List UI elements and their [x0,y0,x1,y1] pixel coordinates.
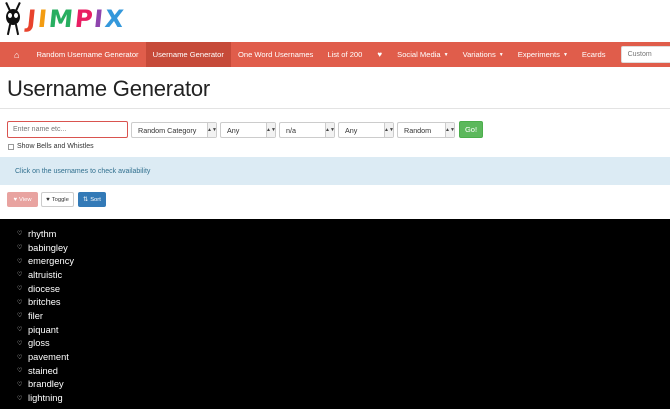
list-item[interactable]: ♡ brandley [17,378,670,392]
nav-experiments-label: Experiments [517,50,560,59]
heart-outline-icon[interactable]: ♡ [17,354,23,361]
nav-social-media-label: Social Media [397,50,441,59]
heart-outline-icon[interactable]: ♡ [17,285,23,292]
sort-icon: ⇅ [83,197,89,203]
select-arrow-icon: ▲▼ [266,123,276,137]
filter-select-1[interactable]: Any ▲▼ [220,122,276,138]
username-text: brandley [28,379,64,390]
username-results-list: ♡ rhythm ♡ babingley ♡ emergency ♡ altruistic ♡ d… [0,219,670,409]
heart-outline-icon[interactable]: ♡ [17,326,23,333]
toggle-button[interactable]: ♥ Toggle [41,192,74,207]
heart-outline-icon[interactable]: ♡ [17,299,23,306]
toggle-button-label: Toggle [51,196,69,203]
title-divider [0,108,670,109]
username-text: filer [28,310,43,321]
go-button[interactable]: Go! [459,121,483,138]
list-item[interactable]: ♡ lightning [17,391,670,405]
list-item[interactable]: ♡ stained [17,364,670,378]
list-item[interactable]: ♡ diocese [17,282,670,296]
select-arrow-icon: ▲▼ [445,123,455,137]
site-logo[interactable]: JIMPIX [2,0,125,38]
heart-outline-icon[interactable]: ♡ [17,271,23,278]
filter-select-3[interactable]: Any ▲▼ [338,122,394,138]
list-item[interactable]: ♡ gloss [17,337,670,351]
username-text: diocese [28,283,61,294]
category-select[interactable]: Random Category ▲▼ [131,122,217,138]
bells-whistles-checkbox[interactable] [8,143,14,150]
home-icon[interactable]: ⌂ [0,42,29,67]
sort-button-label: Sort [90,196,101,203]
list-item[interactable]: ♡ rhythm [17,227,670,241]
username-text: gloss [28,338,50,349]
nav-list-of-200[interactable]: List of 200 [320,42,369,67]
mascot-icon [2,1,24,37]
filter-select-2-value: n/a [286,125,296,135]
heart-outline-icon[interactable]: ♡ [17,340,23,347]
username-text: britches [28,297,61,308]
view-button[interactable]: ♥ View [7,192,38,207]
list-item[interactable]: ♡ babingley [17,241,670,255]
username-text: pavement [28,352,69,363]
view-button-label: View [19,196,32,203]
page-title: Username Generator [7,76,211,101]
username-text: rhythm [28,228,57,239]
heart-outline-icon[interactable]: ♡ [17,381,23,388]
username-text: piquant [28,324,59,335]
filter-select-3-value: Any [345,125,358,135]
username-text: stained [28,365,58,376]
list-item[interactable]: ♡ emergency [17,254,670,268]
heart-outline-icon[interactable]: ♡ [17,395,23,402]
select-arrow-icon: ▲▼ [207,123,217,137]
filter-select-2[interactable]: n/a ▲▼ [279,122,335,138]
filter-select-4-value: Random [404,125,432,135]
filter-select-4[interactable]: Random ▲▼ [397,122,455,138]
heart-icon: ♥ [13,196,18,203]
main-navbar: ⌂ Random Username Generator Username Gen… [0,42,670,67]
nav-ecards[interactable]: Ecards [575,42,613,67]
logo-wordmark: JIMPIX [26,5,126,33]
heart-outline-icon[interactable]: ♡ [17,244,23,251]
heart-outline-icon[interactable]: ♡ [17,312,23,319]
custom-search-input[interactable] [620,46,670,63]
select-arrow-icon: ▲▼ [325,123,335,137]
bells-whistles-label: Show Bells and Whistles [17,143,94,150]
list-item[interactable]: ♡ pavement [17,350,670,364]
info-alert-text: Click on the usernames to check availabi… [15,167,151,175]
list-item[interactable]: ♡ piquant [17,323,670,337]
username-text: altruistic [28,269,63,280]
heart-outline-icon[interactable]: ♡ [17,230,23,237]
caret-down-icon: ▼ [562,51,568,58]
username-text: babingley [28,242,68,253]
nav-random-username-generator[interactable]: Random Username Generator [29,42,145,67]
info-alert: Click on the usernames to check availabi… [0,157,670,185]
heart-outline-icon[interactable]: ♡ [17,367,23,374]
sort-button[interactable]: ⇅ Sort [78,192,106,207]
list-item[interactable]: ♡ filer [17,309,670,323]
logo-letter: X [103,5,126,33]
heart-outline-icon[interactable]: ♡ [17,258,23,265]
favorites-heart-icon[interactable]: ♥ [369,42,390,67]
nav-one-word-usernames[interactable]: One Word Usernames [231,42,320,67]
nav-username-generator[interactable]: Username Generator [145,42,231,67]
caret-down-icon: ▼ [498,51,504,58]
filter-select-1-value: Any [227,125,240,135]
username-text: lightning [28,393,63,404]
list-item[interactable]: ♡ britches [17,295,670,309]
caret-down-icon: ▼ [443,51,449,58]
nav-variations-dropdown[interactable]: Variations ▼ [456,42,511,67]
username-text: emergency [28,256,74,267]
nav-variations-label: Variations [462,50,496,59]
nav-social-media-dropdown[interactable]: Social Media ▼ [390,42,455,67]
name-input[interactable] [7,121,128,138]
nav-experiments-dropdown[interactable]: Experiments ▼ [511,42,575,67]
logo-letter: M [47,5,75,33]
list-item[interactable]: ♡ altruistic [17,268,670,282]
select-arrow-icon: ▲▼ [384,123,394,137]
bells-whistles-option[interactable]: Show Bells and Whistles [8,143,94,150]
category-select-value: Random Category [138,125,197,135]
heart-icon: ♥ [46,196,50,203]
